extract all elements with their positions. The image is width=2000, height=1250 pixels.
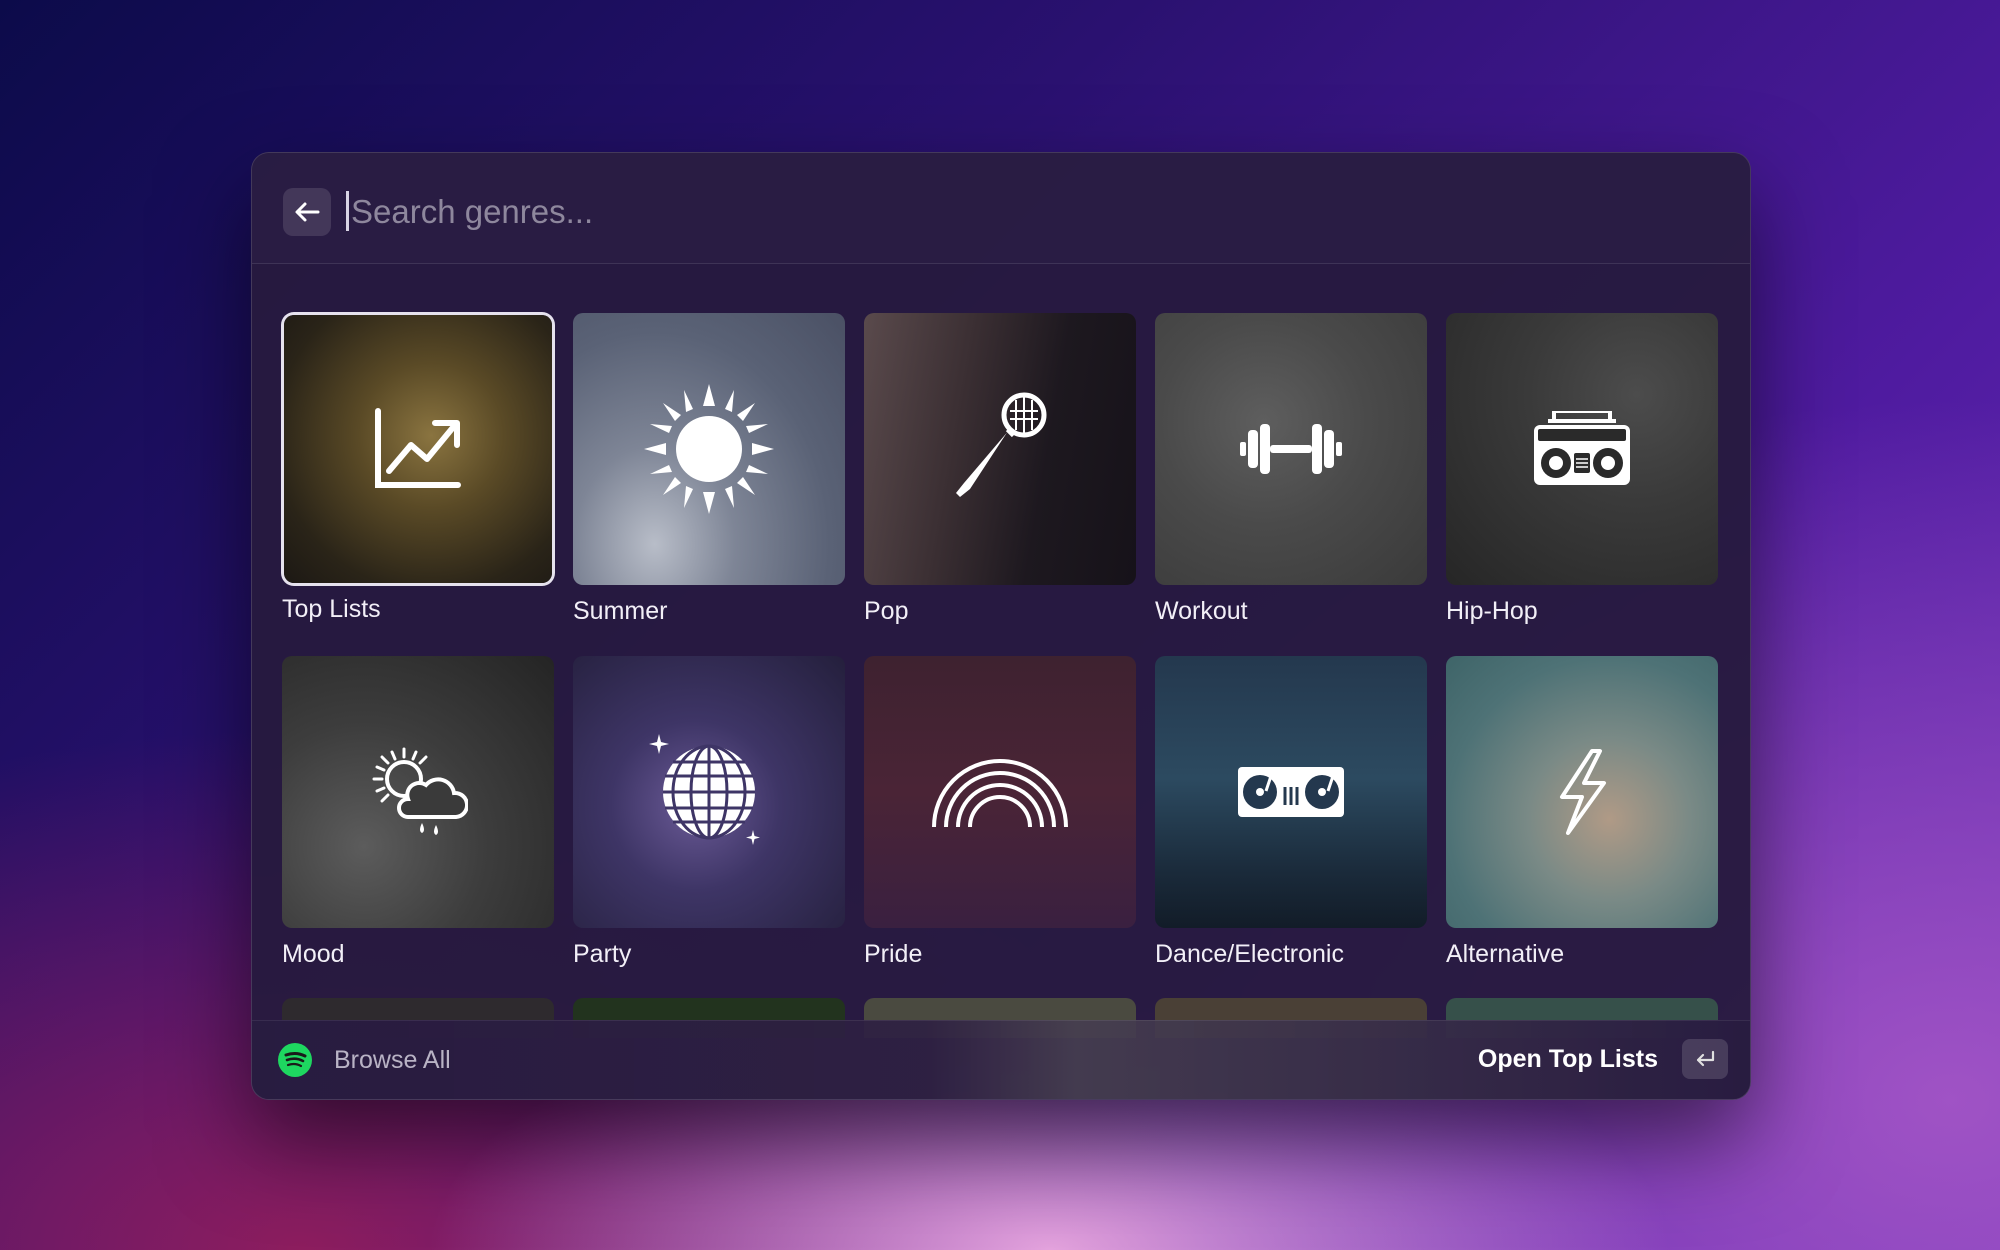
trending-up-icon bbox=[375, 408, 461, 488]
lightning-bolt-icon bbox=[1560, 749, 1606, 835]
open-top-lists-action[interactable]: Open Top Lists bbox=[1478, 1045, 1658, 1074]
genre-tile-alternative[interactable]: Alternative bbox=[1446, 656, 1718, 969]
genre-tile-image bbox=[282, 656, 554, 928]
genre-label: Top Lists bbox=[282, 595, 381, 623]
genre-browser-window: Top Lists bbox=[251, 152, 1751, 1100]
enter-key-icon bbox=[1696, 1050, 1715, 1067]
arrow-left-icon bbox=[295, 202, 320, 222]
genre-grid: Top Lists Summer Pop Workout Hip-Hop Moo… bbox=[282, 313, 1722, 1073]
enter-key-button[interactable] bbox=[1682, 1039, 1728, 1079]
genre-tile-image bbox=[1155, 656, 1427, 928]
genre-label: Pop bbox=[864, 597, 909, 625]
dj-turntables-icon bbox=[1238, 767, 1344, 817]
genre-label: Party bbox=[573, 940, 632, 968]
weather-sun-cloud-rain-icon bbox=[372, 747, 468, 835]
genre-tile-image bbox=[1446, 656, 1718, 928]
genre-tile-pride[interactable]: Pride bbox=[864, 656, 1136, 969]
genre-tile-top-lists[interactable]: Top Lists bbox=[282, 313, 554, 624]
genre-tile-image bbox=[864, 656, 1136, 928]
genre-tile-image bbox=[1155, 313, 1427, 585]
genre-tile-dance-electronic[interactable]: Dance/Electronic bbox=[1155, 656, 1427, 969]
genre-label: Hip-Hop bbox=[1446, 597, 1538, 625]
genre-label: Alternative bbox=[1446, 940, 1565, 968]
genre-tile-image bbox=[1446, 313, 1718, 585]
genre-label: Summer bbox=[573, 597, 668, 625]
genre-tile-summer[interactable]: Summer bbox=[573, 313, 845, 626]
boombox-icon bbox=[1534, 411, 1630, 485]
search-bar bbox=[252, 153, 1750, 264]
genre-tile-image bbox=[284, 315, 552, 583]
genre-label: Pride bbox=[864, 940, 923, 968]
footer-bar: Browse All Open Top Lists bbox=[252, 1020, 1750, 1099]
sun-icon bbox=[644, 384, 774, 514]
genre-tile-party[interactable]: Party bbox=[573, 656, 845, 969]
spotify-logo-icon bbox=[278, 1043, 312, 1077]
genre-tile-pop[interactable]: Pop bbox=[864, 313, 1136, 626]
disco-ball-icon bbox=[649, 734, 760, 845]
genre-label: Dance/Electronic bbox=[1155, 940, 1344, 968]
genre-tile-image bbox=[573, 313, 845, 585]
genre-tile-workout[interactable]: Workout bbox=[1155, 313, 1427, 626]
dumbbell-icon bbox=[1240, 424, 1342, 474]
microphone-icon bbox=[956, 392, 1047, 497]
genre-tile-mood[interactable]: Mood bbox=[282, 656, 554, 969]
genre-label: Workout bbox=[1155, 597, 1248, 625]
genre-tile-image bbox=[573, 656, 845, 928]
genre-label: Mood bbox=[282, 940, 345, 968]
browse-all-label: Browse All bbox=[334, 1046, 451, 1074]
search-input[interactable] bbox=[349, 181, 1653, 243]
rainbow-icon bbox=[932, 759, 1068, 828]
back-button[interactable] bbox=[283, 188, 331, 236]
genre-tile-image bbox=[864, 313, 1136, 585]
genre-tile-hip-hop[interactable]: Hip-Hop bbox=[1446, 313, 1718, 626]
